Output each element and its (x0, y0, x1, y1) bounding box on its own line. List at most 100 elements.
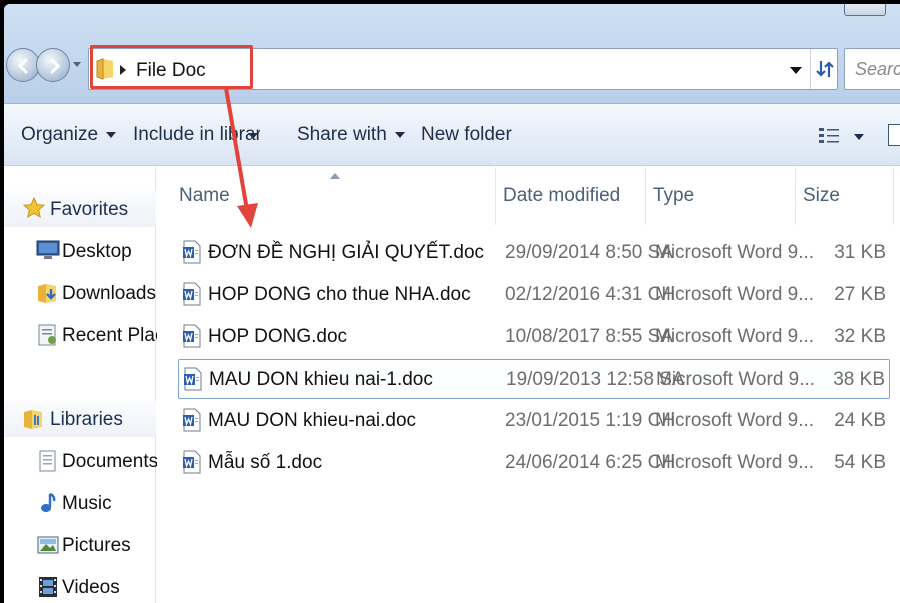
sidebar-label-music: Music (62, 493, 112, 514)
file-row[interactable]: MAU DON khieu-nai.doc 23/01/2015 1:19 CH M… (178, 401, 890, 441)
sidebar-label-videos: Videos (62, 577, 120, 598)
sidebar-item-favorites[interactable]: Favorites (4, 191, 156, 227)
breadcrumb-separator-icon[interactable] (120, 65, 126, 75)
search-input[interactable]: Search (844, 48, 900, 90)
column-divider[interactable] (645, 167, 646, 225)
back-arrow-icon (17, 58, 28, 74)
file-size: 38 KB (833, 369, 885, 390)
new-folder-label: New folder (421, 124, 512, 145)
file-row[interactable]: HOP DONG cho thue NHA.doc 02/12/2016 4:31… (178, 275, 890, 315)
column-type[interactable]: Type (653, 185, 694, 207)
recent-places-icon (38, 324, 56, 346)
file-date-modified: 10/08/2017 8:55 SA (505, 326, 673, 347)
share-with-label: Share with (297, 124, 387, 145)
file-row[interactable]: MAU DON khieu nai-1.doc 19/09/2013 12:58 … (178, 359, 890, 399)
breadcrumb-file-doc[interactable]: File Doc (136, 60, 206, 82)
music-note-icon (41, 492, 56, 512)
sidebar-item-documents[interactable]: Documents (4, 443, 159, 479)
file-date-modified: 02/12/2016 4:31 CH (505, 284, 676, 305)
window-control-button[interactable] (844, 4, 886, 16)
file-size: 31 KB (834, 242, 886, 263)
file-size: 24 KB (834, 410, 886, 431)
recent-pages-dropdown[interactable] (73, 62, 81, 67)
word-document-icon (183, 408, 201, 432)
file-type: Microsoft Word 9... (655, 410, 815, 431)
documents-icon (39, 450, 56, 472)
file-name: MAU DON khieu nai-1.doc (209, 369, 433, 390)
file-name: MAU DON khieu-nai.doc (208, 410, 417, 431)
column-divider[interactable] (893, 167, 894, 225)
column-date-modified[interactable]: Date modified (503, 185, 620, 207)
chevron-down-icon (394, 131, 405, 138)
refresh-icon[interactable] (813, 57, 837, 81)
share-with-button[interactable]: Share with (297, 124, 405, 146)
command-bar: Organize Include in library Share with N… (4, 104, 900, 166)
file-name: HOP DONG.doc (208, 326, 348, 347)
star-icon (22, 196, 46, 219)
file-row[interactable]: Mẫu số 1.doc 24/06/2014 6:25 CH Microsoft … (178, 443, 890, 483)
sidebar-item-recent-places[interactable]: Recent Places (4, 317, 185, 353)
column-header: Name Date modified Type Size (157, 167, 900, 225)
sidebar-label-documents: Documents (62, 451, 159, 472)
file-name: HOP DONG cho thue NHA.doc (208, 284, 471, 305)
change-view-icon[interactable] (818, 126, 840, 146)
file-date-modified: 24/06/2014 6:25 CH (505, 452, 676, 473)
file-size: 27 KB (834, 284, 886, 305)
folder-icon (96, 58, 113, 80)
navigation-bar: File Doc Search (4, 4, 900, 104)
file-type: Microsoft Word 9... (656, 369, 816, 390)
videos-icon (39, 577, 57, 597)
sidebar-item-videos[interactable]: Videos (4, 569, 156, 603)
chevron-down-icon (106, 131, 117, 138)
downloads-folder-icon (38, 284, 56, 303)
navigation-pane: Favorites Desktop Downloads Recent Place… (4, 167, 185, 603)
column-divider[interactable] (495, 167, 496, 225)
file-date-modified: 29/09/2014 8:50 SA (505, 242, 673, 263)
address-divider (810, 49, 811, 89)
column-divider[interactable] (795, 167, 796, 225)
include-in-library-dropdown[interactable] (248, 125, 258, 147)
include-in-library-label: Include in library (133, 124, 260, 145)
file-size: 54 KB (834, 452, 886, 473)
sidebar-label-libraries: Libraries (50, 409, 123, 430)
sidebar-label-pictures: Pictures (62, 535, 131, 556)
sidebar-item-downloads[interactable]: Downloads (4, 275, 156, 311)
preview-pane-icon[interactable] (888, 124, 900, 146)
file-row[interactable]: ĐƠN ĐỀ NGHỊ GIẢI QUYẾT.doc 29/09/2014 8:5… (178, 233, 890, 273)
desktop-icon (36, 240, 60, 259)
file-type: Microsoft Word 9... (655, 284, 815, 305)
file-name: ĐƠN ĐỀ NGHỊ GIẢI QUYẾT.doc (208, 242, 485, 263)
file-type: Microsoft Word 9... (655, 452, 815, 473)
sidebar-item-libraries[interactable]: Libraries (4, 401, 156, 437)
file-date-modified: 23/01/2015 1:19 CH (505, 410, 676, 431)
organize-label: Organize (21, 124, 99, 145)
back-button[interactable] (6, 48, 40, 82)
chevron-down-icon (248, 132, 258, 139)
sidebar-item-desktop[interactable]: Desktop (4, 233, 156, 269)
forward-arrow-icon (50, 58, 61, 74)
forward-button[interactable] (36, 48, 70, 82)
sidebar-label-desktop: Desktop (62, 241, 132, 262)
file-row[interactable]: HOP DONG.doc 10/08/2017 8:55 SA Microsoft … (178, 317, 890, 357)
word-document-icon (183, 450, 201, 474)
address-dropdown-icon[interactable] (790, 67, 802, 74)
word-document-icon (183, 240, 201, 264)
sidebar-label-downloads: Downloads (62, 283, 156, 304)
file-name: Mẫu số 1.doc (208, 452, 323, 473)
address-bar[interactable]: File Doc (88, 48, 838, 90)
libraries-icon (24, 410, 42, 429)
sort-ascending-icon (330, 173, 340, 179)
column-size[interactable]: Size (803, 185, 840, 207)
organize-button[interactable]: Organize (21, 124, 117, 146)
view-options-dropdown[interactable] (854, 134, 864, 140)
file-type: Microsoft Word 9... (655, 242, 815, 263)
word-document-icon (183, 324, 201, 348)
column-name[interactable]: Name (179, 185, 230, 207)
file-type: Microsoft Word 9... (655, 326, 815, 347)
file-list: Name Date modified Type Size ĐƠN ĐỀ NGHỊ… (157, 167, 900, 603)
sidebar-label-favorites: Favorites (50, 199, 129, 220)
include-in-library-button[interactable]: Include in library (133, 124, 260, 146)
sidebar-item-pictures[interactable]: Pictures (4, 527, 156, 563)
new-folder-button[interactable]: New folder (421, 124, 512, 146)
sidebar-item-music[interactable]: Music (4, 485, 156, 521)
